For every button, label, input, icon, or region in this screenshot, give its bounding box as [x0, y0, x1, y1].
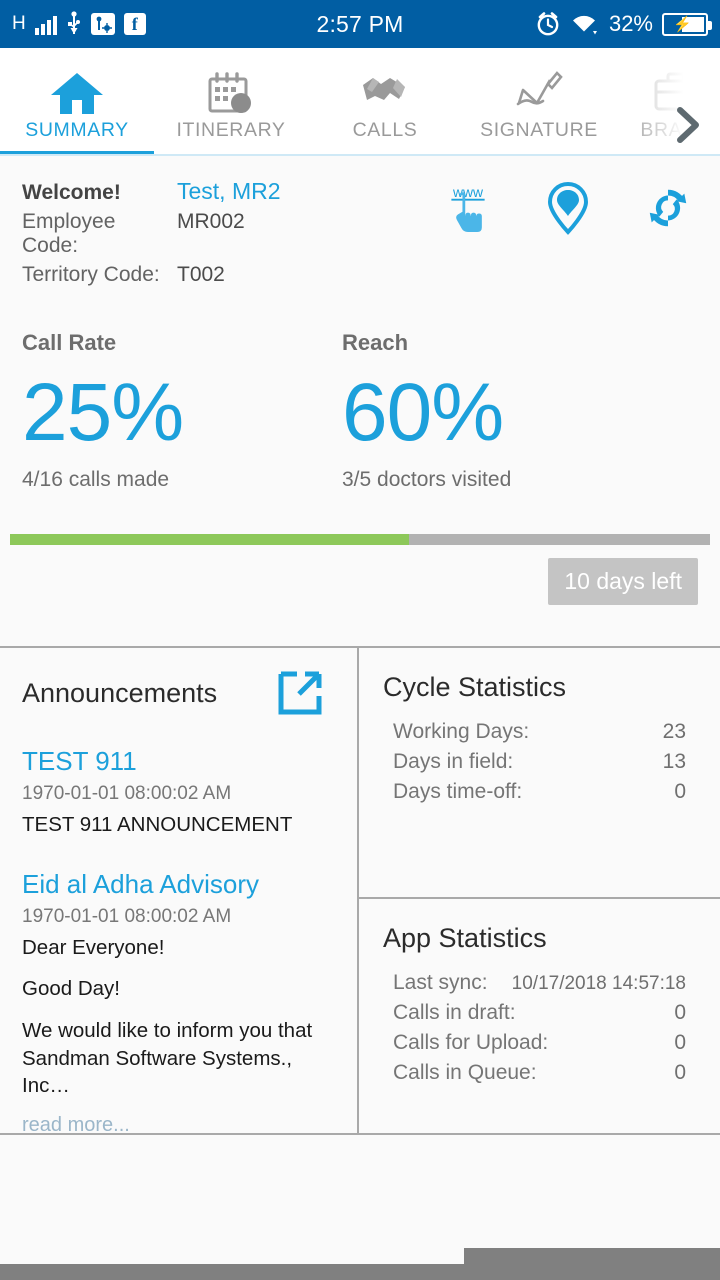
stat-row: Last sync: 10/17/2018 14:57:18 — [383, 968, 696, 998]
cycle-progress-fill — [10, 534, 409, 546]
kpi-call-rate: Call Rate 25% 4/16 calls made — [0, 330, 320, 492]
app-statistics-card: App Statistics Last sync: 10/17/2018 14:… — [359, 897, 720, 1133]
usb-icon — [66, 11, 82, 37]
announcement-date: 1970-01-01 08:00:02 AM — [22, 783, 232, 804]
stat-row: Working Days: 23 — [383, 717, 696, 747]
app-screen: H f 2:57 PM 32% ⚡ SUMMARY ITINERARY CALL… — [0, 0, 720, 1280]
tab-summary[interactable]: SUMMARY — [0, 48, 154, 156]
stat-value: 0 — [674, 1001, 686, 1024]
tab-signature[interactable]: SIGNATURE — [462, 48, 616, 156]
stat-label: Days in field: — [393, 750, 514, 773]
app-statistics-title: App Statistics — [383, 923, 547, 953]
tab-itinerary[interactable]: ITINERARY — [154, 48, 308, 156]
tab-signature-label: SIGNATURE — [480, 119, 598, 141]
stat-label: Working Days: — [393, 720, 530, 743]
stat-row: Calls in draft: 0 — [383, 998, 696, 1028]
kpi-reach: Reach 60% 3/5 doctors visited — [320, 330, 511, 492]
user-name-label[interactable]: Test, MR2 — [177, 178, 281, 205]
announcement-title[interactable]: TEST 911 — [22, 746, 335, 777]
calendar-icon — [206, 67, 256, 119]
kpi-call-rate-title: Call Rate — [22, 330, 117, 355]
stat-label: Calls in draft: — [393, 1001, 516, 1024]
facebook-icon: f — [123, 13, 146, 35]
territory-code-value: T002 — [177, 263, 225, 286]
announcement-body-line: Dear Everyone! — [22, 935, 165, 959]
handshake-icon — [357, 67, 413, 119]
dashboard-panels: Announcements TEST 911 1970-01-01 08:00:… — [0, 646, 720, 1135]
kpi-reach-subtitle: 3/5 doctors visited — [342, 468, 512, 492]
announcement-item-2[interactable]: Eid al Adha Advisory 1970-01-01 08:00:02… — [22, 869, 335, 1133]
announcement-title[interactable]: Eid al Adha Advisory — [22, 869, 335, 900]
tab-summary-label: SUMMARY — [25, 119, 129, 141]
tab-itinerary-label: ITINERARY — [176, 119, 286, 141]
employee-code-value: MR002 — [177, 210, 245, 233]
home-icon — [49, 67, 105, 119]
kpi-reach-title: Reach — [342, 330, 409, 355]
tab-calls-label: CALLS — [352, 119, 418, 141]
days-left-row: 10 days left — [10, 545, 710, 606]
svg-text:www: www — [452, 184, 484, 200]
stat-label: Calls for Upload: — [393, 1031, 549, 1054]
announcement-item-1[interactable]: TEST 911 1970-01-01 08:00:02 AM TEST 911… — [22, 746, 335, 839]
cycle-progress-bar — [10, 534, 710, 546]
stat-value: 0 — [674, 1061, 686, 1084]
stat-value: 23 — [662, 720, 686, 743]
alarm-icon — [535, 11, 561, 37]
chevron-right-icon[interactable] — [668, 104, 710, 146]
system-navigation-bar — [0, 1264, 720, 1280]
stat-label: Last sync: — [393, 971, 488, 994]
statistics-column: Cycle Statistics Working Days: 23 Days i… — [359, 648, 720, 1133]
header-action-icons: www — [444, 180, 692, 236]
kpi-section: Call Rate 25% 4/16 calls made Reach 60% … — [0, 292, 720, 492]
days-left-badge: 10 days left — [548, 558, 698, 606]
stat-row: Days in field: 13 — [383, 747, 696, 777]
announcement-body: Dear Everyone! Good Day! We would like t… — [22, 934, 335, 1100]
cycle-statistics-card: Cycle Statistics Working Days: 23 Days i… — [359, 648, 720, 897]
location-pin-icon[interactable] — [544, 180, 592, 236]
signal-bars-icon — [34, 14, 57, 35]
wifi-icon — [570, 12, 600, 36]
announcement-date: 1970-01-01 08:00:02 AM — [22, 905, 232, 927]
announcement-body-line: Good Day! — [22, 977, 120, 1001]
territory-code-label: Territory Code: — [22, 263, 160, 286]
tab-calls[interactable]: CALLS — [308, 48, 462, 156]
external-link-icon[interactable] — [277, 670, 323, 716]
stat-label: Days time-off: — [393, 780, 523, 803]
welcome-section: Welcome! Test, MR2 Employee Code: MR002 … — [0, 156, 720, 287]
kpi-call-rate-subtitle: 4/16 calls made — [22, 468, 170, 492]
welcome-greeting-label: Welcome! — [22, 181, 121, 204]
employee-code-label: Employee Code: — [22, 210, 116, 257]
announcements-panel: Announcements TEST 911 1970-01-01 08:00:… — [0, 648, 359, 1133]
stat-value: 13 — [662, 750, 686, 773]
battery-percent-label: 32% — [608, 11, 653, 36]
stat-value: 0 — [674, 780, 686, 803]
usb-debug-icon — [90, 12, 115, 36]
announcement-body-line: TEST 911 ANNOUNCEMENT — [22, 813, 293, 836]
stat-label: Calls in Queue: — [393, 1061, 537, 1084]
stat-value: 10/17/2018 14:57:18 — [511, 973, 686, 994]
announcements-title: Announcements — [22, 677, 218, 708]
stat-row: Calls for Upload: 0 — [383, 1028, 696, 1058]
territory-code-row: Territory Code: T002 — [22, 263, 698, 287]
sync-icon[interactable] — [644, 180, 692, 236]
main-tab-bar[interactable]: SUMMARY ITINERARY CALLS SIGNATURE BRAND — [0, 48, 720, 156]
network-type-label: H — [12, 13, 26, 34]
kpi-reach-value: 60% — [342, 367, 504, 458]
www-click-icon[interactable]: www — [444, 180, 492, 236]
kpi-call-rate-value: 25% — [22, 367, 184, 458]
stat-row: Calls in Queue: 0 — [383, 1058, 696, 1088]
announcement-body-line: We would like to inform you that Sandman… — [22, 1019, 313, 1098]
announcements-header: Announcements — [22, 670, 335, 716]
status-bar-left-icons: H f — [12, 11, 146, 37]
status-bar-right-icons: 32% ⚡ — [535, 0, 712, 48]
cycle-progress-section: 10 days left — [0, 492, 720, 606]
battery-charging-icon: ⚡ — [662, 12, 712, 36]
announcement-body: TEST 911 ANNOUNCEMENT — [22, 811, 335, 839]
read-more-link[interactable]: read more... — [22, 1114, 335, 1133]
signature-icon — [514, 67, 564, 119]
stat-value: 0 — [674, 1031, 686, 1054]
stat-row: Days time-off: 0 — [383, 777, 696, 807]
cycle-statistics-title: Cycle Statistics — [383, 672, 567, 702]
status-bar: H f 2:57 PM 32% ⚡ — [0, 0, 720, 48]
